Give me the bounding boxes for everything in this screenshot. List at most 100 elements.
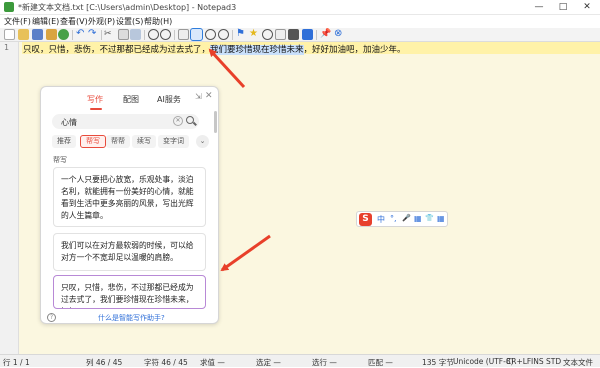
toolbar-separator: [232, 30, 233, 40]
toolbar-separator: [144, 30, 145, 40]
bookmark-icon[interactable]: ⚑: [236, 29, 247, 40]
word-wrap-icon[interactable]: [178, 29, 189, 40]
keyboard-icon[interactable]: ▦: [414, 214, 422, 223]
zoom-out-icon[interactable]: [218, 29, 229, 40]
cut-icon[interactable]: ✂: [104, 29, 115, 40]
menu-bar: 文件(F) 编辑(E) 查看(V) 外观(P) 设置(S) 帮助(H): [0, 15, 600, 28]
chip-change-words[interactable]: 变字词: [158, 135, 189, 148]
properties-icon[interactable]: [302, 29, 313, 40]
tab-illustration[interactable]: 配图: [123, 94, 139, 105]
status-match: 匹配 —: [368, 358, 393, 367]
menu-view[interactable]: 查看(V): [60, 16, 88, 27]
tab-ai-service[interactable]: AI服务: [157, 94, 181, 105]
writing-assistant-panel: 写作 配图 AI服务 ⇲ ✕ 心情 ✕ 推荐 帮写 帮帮 续写 变字词 ⌄ 帮写…: [40, 86, 219, 324]
favorite-star-icon[interactable]: ★: [249, 29, 260, 40]
status-bar: 行 1 / 1 列 46 / 45 字符 46 / 45 求值 — 选定 — 选…: [0, 354, 600, 367]
editor-text[interactable]: 只叹，只惜，悲伤，不过那都已经成为过去式了，我们要珍惜现在珍惜未来，好好加油吧，…: [23, 43, 406, 55]
redo-icon[interactable]: ↷: [88, 29, 99, 40]
editor-current-line[interactable]: 只叹，只惜，悲伤，不过那都已经成为过去式了，我们要珍惜现在珍惜未来，好好加油吧，…: [22, 42, 600, 55]
status-filetype[interactable]: 文本文件: [563, 357, 593, 368]
arrow-to-toolbar-button: [208, 48, 246, 89]
chip-help-write[interactable]: 帮写: [80, 135, 106, 148]
pin-icon[interactable]: ⇲: [195, 92, 202, 101]
status-selected: 选定 —: [256, 358, 281, 367]
search-value: 心情: [61, 118, 77, 127]
find-icon[interactable]: [148, 29, 159, 40]
status-line: 行 1 / 1: [3, 358, 30, 367]
window-title: *新建文本文档.txt [C:\Users\admin\Desktop] - N…: [18, 3, 237, 12]
notepad3-window: *新建文本文档.txt [C:\Users\admin\Desktop] - N…: [0, 0, 600, 367]
save-icon[interactable]: [32, 29, 43, 40]
ime-toolbar: S 中 °, 🎤 ▦ 👕 ▦: [356, 211, 448, 227]
assistant-search-input[interactable]: 心情 ✕: [52, 114, 199, 129]
toolbar-separator: [101, 30, 102, 40]
menu-help[interactable]: 帮助(H): [144, 16, 172, 27]
arrow-to-selected-card: [220, 234, 271, 272]
paste-icon[interactable]: [130, 29, 141, 40]
menu-appearance[interactable]: 外观(P): [88, 16, 115, 27]
ime-punctuation-icon[interactable]: °,: [390, 214, 397, 223]
exit-icon[interactable]: ⊗: [334, 29, 345, 40]
suggestion-card[interactable]: 我们可以在对方最软弱的时候，可以给对方一个不宽却足以温暖的肩膀。: [53, 233, 206, 271]
replace-icon[interactable]: [160, 29, 171, 40]
line-number-gutter: 1: [0, 42, 19, 354]
skin-icon[interactable]: 👕: [425, 214, 434, 222]
menu-file[interactable]: 文件(F): [4, 16, 31, 27]
help-icon[interactable]: ?: [47, 313, 56, 322]
ime-chinese-mode[interactable]: 中: [377, 214, 385, 225]
undo-icon[interactable]: ↶: [76, 29, 87, 40]
print-icon[interactable]: [288, 29, 299, 40]
menu-edit[interactable]: 编辑(E): [32, 16, 59, 27]
open-folder-icon[interactable]: [18, 29, 29, 40]
editor-text-before: 只叹，只惜，悲伤，不过那都已经成为过去式了，: [23, 45, 211, 55]
status-ins[interactable]: INS: [531, 357, 544, 366]
search-icon[interactable]: [186, 116, 194, 124]
suggestion-card-selected[interactable]: 只叹，只惜，悲伤，不过那都已经成为过去式了，我们要珍惜现在珍惜未来，好好: [53, 275, 206, 309]
close-window-button[interactable]: ✕: [576, 0, 598, 15]
close-icon[interactable]: ✕: [205, 91, 213, 101]
active-tab-indicator: [90, 108, 102, 110]
status-selected-lines: 选行 —: [312, 358, 337, 367]
new-file-icon[interactable]: [4, 29, 15, 40]
title-bar: *新建文本文档.txt [C:\Users\admin\Desktop] - N…: [0, 0, 600, 15]
menu-settings[interactable]: 设置(S): [116, 16, 143, 27]
toolbar-separator: [72, 30, 73, 40]
help-link[interactable]: 什么是智能写作助手?: [98, 313, 165, 323]
show-whitespace-icon[interactable]: [190, 28, 203, 41]
toolbar-separator: [174, 30, 175, 40]
pin-window-icon[interactable]: 📌: [320, 29, 331, 40]
chip-recommend[interactable]: 推荐: [52, 135, 76, 148]
notepad3-app-icon: [4, 2, 14, 12]
status-char: 字符 46 / 45: [144, 358, 188, 367]
chip-help[interactable]: 帮帮: [106, 135, 130, 148]
panel-scrollbar[interactable]: [214, 111, 217, 133]
save-as-icon[interactable]: [46, 29, 57, 40]
status-value: 求值 —: [200, 358, 225, 367]
page-setup-icon[interactable]: [275, 29, 286, 40]
chevron-down-icon[interactable]: ⌄: [196, 135, 209, 148]
toolbar-separator: [316, 30, 317, 40]
toolbox-icon[interactable]: ▦: [437, 214, 445, 223]
tab-writing[interactable]: 写作: [87, 94, 103, 105]
suggestion-card[interactable]: 一个人只要把心放宽，乐观处事，淡泊名利，就能拥有一份美好的心情，就能看到生活中更…: [53, 167, 206, 227]
search-text-icon[interactable]: [262, 29, 273, 40]
browse-icon[interactable]: [58, 29, 69, 40]
editor-selected-text: 我们要珍惜现在珍惜未来: [210, 45, 304, 55]
line-number: 1: [4, 43, 10, 52]
status-bytes: 135 字节: [422, 358, 454, 367]
status-eol[interactable]: CR+LF: [506, 357, 531, 366]
maximize-button[interactable]: □: [552, 0, 574, 15]
chip-continue[interactable]: 续写: [132, 135, 156, 148]
status-column: 列 46 / 45: [86, 358, 123, 367]
copy-icon[interactable]: [118, 29, 129, 40]
zoom-in-icon[interactable]: [205, 29, 216, 40]
microphone-icon[interactable]: 🎤: [402, 214, 411, 222]
clear-icon[interactable]: ✕: [173, 116, 183, 126]
editor-text-after: ，好好加油吧，加油少年。: [303, 45, 406, 55]
minimize-button[interactable]: —: [528, 0, 550, 15]
section-label: 帮写: [53, 156, 67, 164]
status-encoding[interactable]: Unicode (UTF-8): [453, 357, 514, 366]
status-std[interactable]: STD: [546, 357, 561, 366]
toolbar: ↶ ↷ ✂ ⚑ ★ 📌 ⊗: [0, 28, 600, 42]
sogou-logo-icon[interactable]: S: [359, 213, 372, 226]
